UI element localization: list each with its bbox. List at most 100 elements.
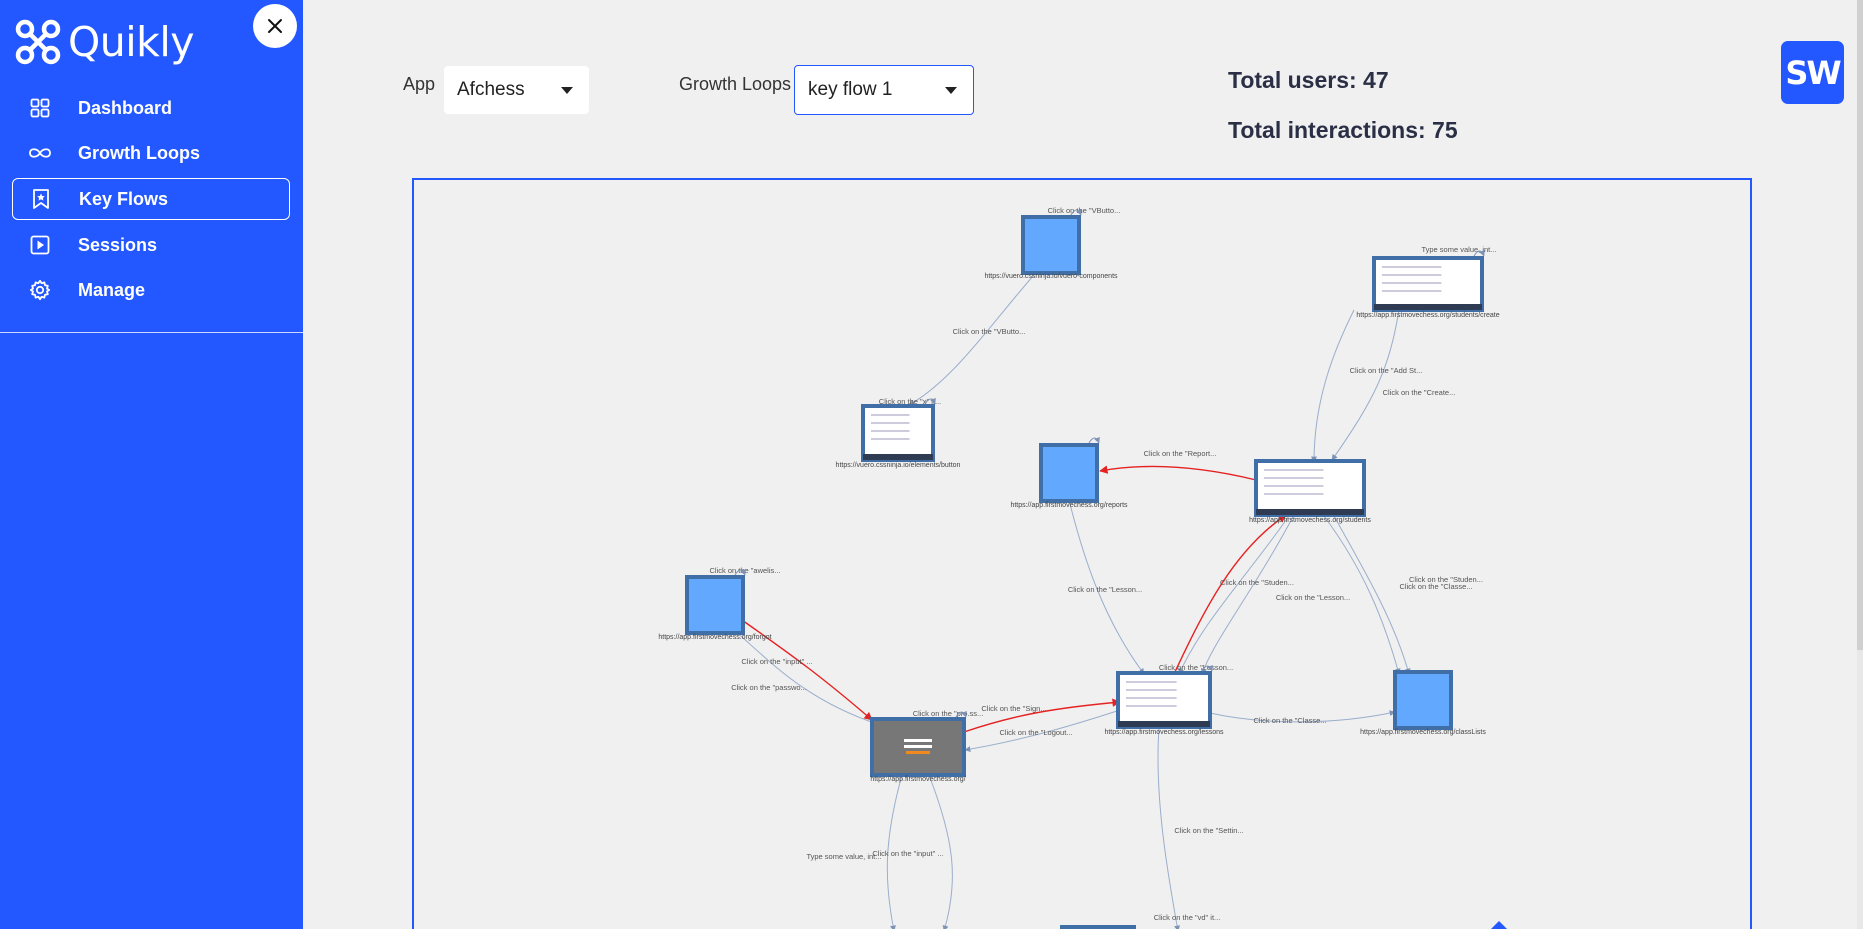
page-thumbnail-footer: [1256, 509, 1364, 515]
flow-node-action-label: Click on the "pro.ss...: [913, 709, 984, 718]
caret-down-icon: [945, 87, 957, 94]
flow-node-url-label: https://vuero.cssninja.io/elements/butto…: [836, 462, 961, 469]
page-scrollbar-thumb[interactable]: [1857, 0, 1863, 650]
graph-edge: [1099, 465, 1257, 481]
graph-edge-label: Type some value, int...: [806, 852, 881, 861]
graph-edge: [908, 274, 1035, 406]
page-thumbnail-line: [871, 430, 910, 432]
graph-edge: [1178, 515, 1290, 675]
flow-node-action-label: Click on the "VButto...: [1048, 206, 1121, 215]
flow-node-url-label: https://app.firstmovechess.org/classList…: [1360, 729, 1486, 736]
sidebar-divider: [0, 332, 303, 333]
page-thumbnail-line: [904, 745, 932, 748]
bookmark-star-icon: [29, 187, 53, 211]
graph-edge: [733, 629, 881, 727]
flow-node-url-label: https://app.firstmovechess.org/forgot: [658, 634, 771, 641]
app-name: Quikly: [68, 18, 195, 66]
page-thumbnail-line: [1264, 493, 1324, 495]
app-filter-label: App: [403, 74, 436, 94]
close-icon: [268, 19, 282, 33]
page-thumbnail-line: [1264, 469, 1324, 471]
expand-caret-icon: [1491, 921, 1507, 929]
page-thumbnail-line: [1382, 266, 1442, 268]
main-content: App Afchess Growth Loops key flow 1 Tota…: [303, 0, 1863, 929]
page-thumbnail-line: [1126, 705, 1177, 707]
page-scrollbar[interactable]: [1857, 0, 1863, 929]
growth-loops-filter-label: Growth Loops: [679, 74, 792, 94]
graph-edge-label: Click on the "Add St...: [1350, 366, 1423, 375]
flow-node-page: [685, 575, 745, 635]
sidebar-item-label: Sessions: [78, 234, 158, 255]
graph-edge-label: Click on the "passwo...: [731, 683, 807, 692]
flow-node-url-label: https://app.firstmovechess.org/reports: [1010, 502, 1128, 509]
graph-edge-label: Click on the "Lesson...: [1068, 585, 1142, 594]
sidebar-item-dashboard[interactable]: Dashboard: [12, 88, 290, 128]
page-thumbnail-line: [871, 414, 910, 416]
play-square-icon: [28, 233, 52, 257]
page-thumbnail-line: [1126, 689, 1177, 691]
flow-node-action-label: Click on the "awelis...: [709, 566, 780, 575]
app-select-value: Afchess: [457, 79, 525, 100]
caret-down-icon: [561, 87, 573, 94]
flow-node-page: [1021, 215, 1081, 275]
sidebar-item-label: Key Flows: [79, 188, 169, 209]
page-thumbnail-line: [904, 739, 932, 742]
flow-node-page: [1060, 925, 1136, 929]
close-sidebar-button[interactable]: [253, 4, 297, 48]
quikly-logo-icon: [15, 19, 61, 65]
flow-node-action-label: Click on the "x" it...: [879, 397, 941, 406]
graph-edge-label: Click on the "Classe...: [1399, 582, 1472, 591]
page-thumbnail-footer: [1118, 721, 1210, 727]
growth-loops-select-value: key flow 1: [808, 79, 893, 100]
page-thumbnail-line: [1382, 282, 1442, 284]
page-thumbnail-footer: [1374, 304, 1482, 310]
flow-graph-canvas[interactable]: Click on the "VButto... Click on the "Add…: [412, 178, 1752, 929]
page-thumbnail-line: [1382, 290, 1442, 292]
sidebar: Quikly Dashboard Growth Loops Key Flows: [0, 0, 303, 929]
flow-node-url-label: https://app.firstmovechess.org/students/…: [1356, 312, 1499, 319]
app-logo[interactable]: Quikly: [14, 18, 195, 66]
graph-edge-label: Click on the "vd" it...: [1154, 913, 1221, 922]
sidebar-item-growth-loops[interactable]: Growth Loops: [12, 133, 290, 173]
graph-edge-label: Click on the "Settin...: [1174, 826, 1243, 835]
graph-edge-label: Click on the "Logout...: [999, 728, 1072, 737]
flow-node-page: [1393, 670, 1453, 730]
page-thumbnail-line: [871, 438, 910, 440]
page-thumbnail-line: [1264, 485, 1324, 487]
grid-icon: [28, 96, 52, 120]
flow-node-action-label: Type some value, int...: [1421, 245, 1496, 254]
graph-edge-label: Click on the "Sign...: [981, 704, 1046, 713]
page-thumbnail-line: [1264, 477, 1324, 479]
graph-edge-label: Click on the "VButto...: [953, 327, 1026, 336]
page-thumbnail-button: [906, 751, 930, 754]
page-thumbnail-footer: [863, 454, 933, 460]
flow-node-url-label: https://app.firstmovechess.org/lessons: [1104, 729, 1224, 736]
page-thumbnail-line: [1382, 274, 1442, 276]
flow-node-action-label: Click on the "Report...: [1144, 449, 1217, 458]
sidebar-item-label: Dashboard: [78, 97, 173, 118]
graph-edge: [1311, 309, 1355, 463]
page-thumbnail-line: [1126, 697, 1177, 699]
graph-edge-label: Click on the "Studen...: [1220, 578, 1294, 587]
graph-edge-label: Click on the "Create...: [1383, 388, 1456, 397]
page-thumbnail-line: [871, 422, 910, 424]
sidebar-item-sessions[interactable]: Sessions: [12, 225, 290, 265]
graph-edge: [1331, 309, 1400, 461]
self-loop-edge: [1088, 436, 1100, 444]
sidebar-item-manage[interactable]: Manage: [12, 270, 290, 310]
flow-graph-svg[interactable]: Click on the "VButto... Click on the "Add…: [414, 180, 1752, 929]
flow-node-url-label: https://app.firstmovechess.org/students: [1249, 517, 1371, 524]
total-users: Total users: 47: [1228, 67, 1389, 93]
sidebar-item-key-flows[interactable]: Key Flows: [12, 178, 290, 220]
flow-node-page: [1039, 443, 1099, 503]
gear-icon: [28, 278, 52, 302]
sidebar-item-label: Manage: [78, 279, 146, 300]
user-avatar[interactable]: SW: [1781, 41, 1844, 104]
growth-loops-select[interactable]: key flow 1: [794, 65, 974, 115]
infinity-icon: [28, 141, 52, 165]
flow-node-url-label: https://app.firstmovechess.org/: [870, 776, 965, 783]
graph-edge-label: Click on the "Lesson...: [1276, 593, 1350, 602]
flow-node-url-label: https://vuero.cssninja.io/vuero-componen…: [984, 273, 1118, 280]
total-interactions: Total interactions: 75: [1228, 117, 1458, 143]
app-select[interactable]: Afchess: [444, 66, 589, 114]
